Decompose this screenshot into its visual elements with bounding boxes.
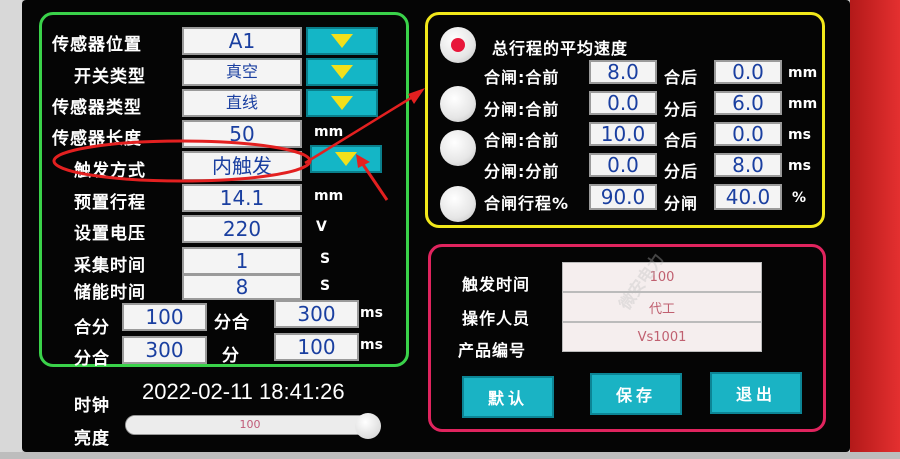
open-close-2-label: 分合	[74, 349, 110, 369]
chevron-down-icon	[335, 152, 357, 166]
speed-row-1-right-value[interactable]: 0.0	[714, 60, 782, 84]
brightness-slider-track[interactable]: 100	[125, 415, 376, 435]
time-row-2-unit: ms	[788, 158, 811, 174]
speed-row-2-right-label: 分后	[664, 100, 699, 119]
collect-time-unit: S	[320, 251, 331, 267]
product-number-value[interactable]: Vs1001	[562, 322, 762, 352]
open-stroke-label: 分闸	[664, 194, 699, 213]
close-open-label: 合分	[74, 318, 110, 338]
open-close-value[interactable]: 300	[274, 300, 359, 328]
brightness-label: 亮度	[74, 429, 110, 449]
open-close-2-value[interactable]: 300	[122, 336, 207, 364]
energy-storage-time-label: 储能时间	[74, 283, 146, 303]
average-speed-title: 总行程的平均速度	[492, 39, 629, 58]
time-row-1-right-label: 合后	[664, 131, 699, 150]
close-open-unit: ms	[360, 305, 383, 321]
sensor-length-label: 传感器长度	[52, 129, 142, 149]
speed-row-1-label: 合闸:合前	[484, 68, 560, 87]
radio-stroke-percent[interactable]	[440, 186, 476, 222]
time-row-2-label: 分闸:分前	[484, 162, 560, 181]
brightness-value: 100	[239, 418, 261, 431]
trigger-time-label: 触发时间	[462, 275, 531, 294]
time-row-2-right-label: 分后	[664, 162, 699, 181]
preset-stroke-unit: mm	[314, 188, 344, 204]
product-number-label: 产品编号	[458, 341, 527, 360]
preset-stroke-value[interactable]: 14.1	[182, 184, 302, 212]
switch-type-label: 开关类型	[74, 67, 146, 87]
stroke-percent-value[interactable]: 90.0	[589, 184, 657, 210]
chevron-down-icon	[331, 34, 353, 48]
energy-storage-time-unit: S	[320, 278, 331, 294]
speed-row-2-value[interactable]: 0.0	[589, 91, 657, 115]
speed-row-1-right-label: 合后	[664, 68, 699, 87]
trigger-mode-label: 触发方式	[74, 161, 146, 181]
switch-type-dropdown[interactable]	[306, 58, 378, 86]
speed-row-2-label: 分闸:合前	[484, 100, 560, 119]
sensor-type-dropdown[interactable]	[306, 89, 378, 117]
open-value[interactable]: 100	[274, 333, 359, 361]
chevron-down-icon	[331, 65, 353, 79]
set-voltage-unit: V	[316, 219, 327, 235]
time-row-1-right-value[interactable]: 0.0	[714, 122, 782, 146]
sensor-position-value[interactable]: A1	[182, 27, 302, 55]
stroke-percent-label: 合闸行程%	[484, 194, 570, 213]
open-unit: ms	[360, 337, 383, 353]
speed-row-1-value[interactable]: 8.0	[589, 60, 657, 84]
device-bezel-bottom	[0, 452, 900, 459]
open-label: 分	[222, 346, 240, 366]
time-row-1-label: 合闸:合前	[484, 131, 560, 150]
clock-value: 2022-02-11 18:41:26	[142, 379, 345, 404]
set-voltage-value[interactable]: 220	[182, 215, 302, 243]
radio-close-speed[interactable]	[440, 86, 476, 122]
close-open-value[interactable]: 100	[122, 303, 207, 331]
radio-selected-dot	[451, 38, 465, 52]
device-bezel-left	[0, 0, 22, 459]
radio-close-time[interactable]	[440, 130, 476, 166]
sensor-position-label: 传感器位置	[52, 35, 142, 55]
stroke-percent-unit: %	[792, 190, 807, 206]
speed-row-1-unit: mm	[788, 65, 818, 81]
sensor-length-value[interactable]: 50	[182, 120, 302, 148]
default-button[interactable]: 默认	[462, 376, 554, 418]
sensor-length-unit: mm	[314, 124, 344, 140]
time-row-1-value[interactable]: 10.0	[589, 122, 657, 146]
save-button[interactable]: 保存	[590, 373, 682, 415]
trigger-mode-dropdown[interactable]	[310, 145, 382, 173]
open-close-label: 分合	[214, 313, 250, 333]
brightness-slider-handle[interactable]	[355, 413, 381, 439]
trigger-mode-value[interactable]: 内触发	[182, 151, 302, 181]
time-row-1-unit: ms	[788, 127, 811, 143]
speed-row-2-right-value[interactable]: 6.0	[714, 91, 782, 115]
device-bezel-right	[850, 0, 900, 459]
set-voltage-label: 设置电压	[74, 224, 146, 244]
preset-stroke-label: 预置行程	[74, 193, 146, 213]
sensor-type-label: 传感器类型	[52, 98, 142, 118]
operator-label: 操作人员	[462, 309, 531, 328]
collect-time-value[interactable]: 1	[182, 247, 302, 275]
sensor-position-dropdown[interactable]	[306, 27, 378, 55]
exit-button[interactable]: 退出	[710, 372, 802, 414]
clock-label: 时钟	[74, 396, 110, 416]
chevron-down-icon	[331, 96, 353, 110]
energy-storage-time-value[interactable]: 8	[182, 274, 302, 300]
hmi-screen: 传感器位置 A1 开关类型 真空 传感器类型 直线 传感器长度 50 mm 触发…	[22, 0, 850, 452]
switch-type-value[interactable]: 真空	[182, 58, 302, 86]
time-row-2-right-value[interactable]: 8.0	[714, 153, 782, 177]
open-stroke-value[interactable]: 40.0	[714, 184, 782, 210]
sensor-type-value[interactable]: 直线	[182, 89, 302, 117]
collect-time-label: 采集时间	[74, 256, 146, 276]
operator-value[interactable]: 代工	[562, 292, 762, 322]
speed-row-2-unit: mm	[788, 96, 818, 112]
radio-average-speed[interactable]	[440, 27, 476, 63]
annotation-arrow-head-2	[408, 88, 425, 104]
time-row-2-value[interactable]: 0.0	[589, 153, 657, 177]
